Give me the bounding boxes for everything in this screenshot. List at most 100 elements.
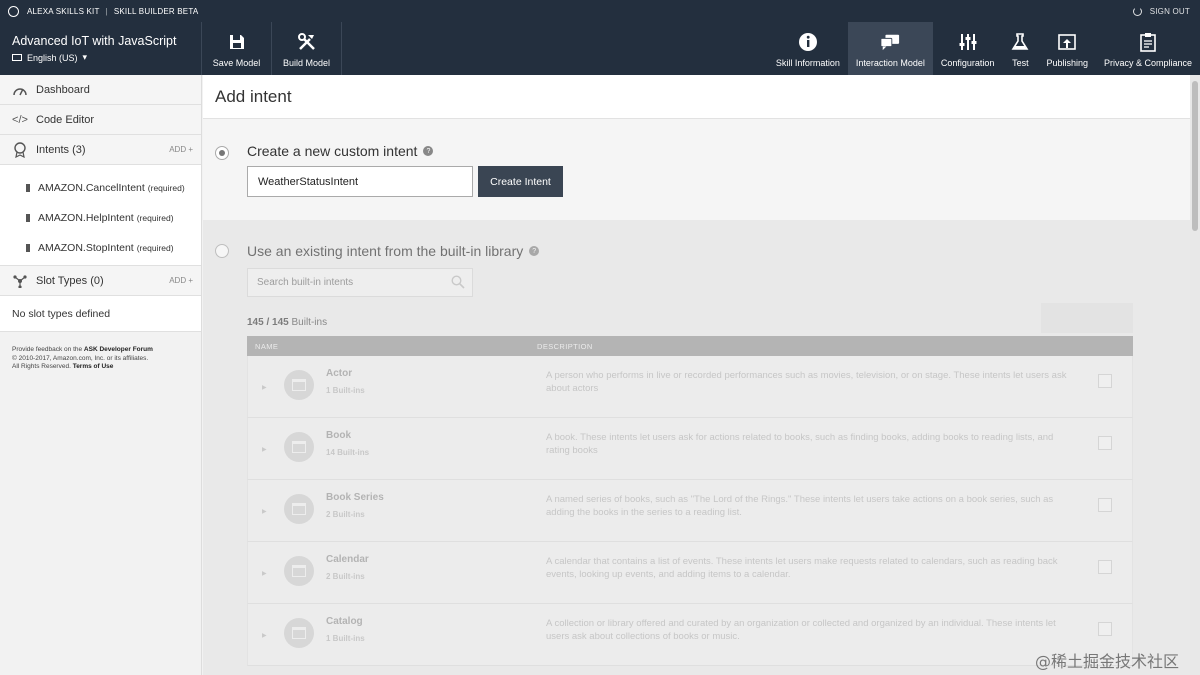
expand-caret-icon[interactable]: ▶: [262, 570, 267, 577]
builtin-count-label: Built-ins: [288, 317, 328, 328]
expand-caret-icon[interactable]: ▶: [262, 508, 267, 515]
help-icon[interactable]: ?: [529, 246, 540, 256]
intent-bullet-icon: [26, 184, 30, 192]
intent-name: AMAZON.CancelIntent: [38, 182, 145, 194]
intent-name: AMAZON.StopIntent: [38, 242, 134, 254]
intent-list: AMAZON.CancelIntent (required) AMAZON.He…: [0, 165, 201, 266]
intent-item[interactable]: AMAZON.HelpIntent (required): [0, 203, 201, 233]
table-row[interactable]: ▶ Catalog 1 Built-ins A collection or li…: [247, 604, 1133, 666]
scrollbar-thumb[interactable]: [1192, 81, 1198, 231]
row-count: 1 Built-ins: [326, 634, 365, 643]
add-builtin-button[interactable]: [1041, 303, 1133, 333]
intent-required-tag: (required): [136, 243, 174, 253]
sliders-icon: [958, 32, 978, 52]
flask-icon: [1010, 32, 1030, 52]
rights-text: All Rights Reserved.: [12, 363, 73, 370]
row-checkbox[interactable]: [1098, 436, 1112, 450]
build-model-label: Build Model: [282, 58, 331, 68]
sidebar-item-dashboard[interactable]: Dashboard: [0, 75, 201, 105]
intent-bullet-icon: [26, 214, 30, 222]
language-selector[interactable]: English (US) ▾: [12, 52, 201, 63]
table-header: NAME DESCRIPTION: [247, 336, 1133, 356]
configuration-button[interactable]: Configuration: [933, 22, 1003, 75]
slot-types-label: Slot Types (0): [36, 274, 104, 287]
terms-link[interactable]: Terms of Use: [73, 363, 114, 370]
chevron-down-icon: ▾: [82, 52, 88, 62]
intent-bullet-icon: [26, 244, 30, 252]
table-row[interactable]: ▶ Actor 1 Built-ins A person who perform…: [247, 356, 1133, 418]
builtin-search-input[interactable]: [247, 268, 473, 297]
row-checkbox[interactable]: [1098, 560, 1112, 574]
row-description: A collection or library offered and cura…: [546, 618, 1056, 642]
row-checkbox[interactable]: [1098, 498, 1112, 512]
sidebar-item-code-editor[interactable]: </> Code Editor: [0, 105, 201, 135]
table-row[interactable]: ▶ Calendar 2 Built-ins A calendar that c…: [247, 542, 1133, 604]
row-description: A person who performs in live or recorde…: [546, 370, 1067, 394]
publishing-label: Publishing: [1046, 58, 1088, 68]
table-row[interactable]: ▶ Book Series 2 Built-ins A named series…: [247, 480, 1133, 542]
interaction-model-button[interactable]: Interaction Model: [847, 22, 933, 75]
category-box-icon: [284, 618, 314, 648]
builtin-library-radio[interactable]: [215, 244, 229, 258]
intent-item[interactable]: AMAZON.StopIntent (required): [0, 233, 201, 263]
alexa-logo-icon: [8, 5, 19, 17]
row-description: A calendar that contains a list of event…: [546, 556, 1058, 580]
publishing-button[interactable]: Publishing: [1038, 22, 1096, 75]
create-intent-button[interactable]: Create Intent: [478, 166, 563, 197]
table-row[interactable]: ▶ Book 14 Built-ins A book. These intent…: [247, 418, 1133, 480]
chat-icon: [880, 32, 900, 52]
expand-caret-icon[interactable]: ▶: [262, 446, 267, 453]
add-intent-button[interactable]: ADD +: [169, 145, 193, 154]
sign-out-label: SIGN OUT: [1149, 6, 1190, 16]
row-count: 2 Built-ins: [326, 510, 365, 519]
privacy-compliance-button[interactable]: Privacy & Compliance: [1096, 22, 1200, 75]
skill-selector[interactable]: Advanced IoT with JavaScript English (US…: [0, 22, 202, 75]
category-box-icon: [284, 432, 314, 462]
row-description: A book. These intents let users ask for …: [546, 432, 1054, 456]
row-checkbox[interactable]: [1098, 622, 1112, 636]
row-checkbox[interactable]: [1098, 374, 1112, 388]
page-scrollbar[interactable]: [1190, 75, 1200, 675]
watermark: @稀土掘金技术社区: [1035, 652, 1180, 671]
intent-required-tag: (required): [147, 183, 185, 193]
builtin-count: 145 / 145 Built-ins: [247, 317, 327, 328]
save-icon: [227, 32, 247, 52]
save-model-button[interactable]: Save Model: [202, 22, 272, 75]
forum-link[interactable]: ASK Developer Forum: [84, 346, 153, 353]
code-editor-label: Code Editor: [36, 113, 95, 126]
upload-icon: [1057, 32, 1077, 52]
brand-label: ALEXA SKILLS KIT: [27, 6, 100, 16]
sidebar: Dashboard </> Code Editor Intents (3) AD…: [0, 75, 202, 675]
builtin-library-label: Use an existing intent from the built-in…: [247, 243, 524, 259]
power-icon: [1132, 6, 1142, 16]
configuration-label: Configuration: [940, 58, 995, 68]
row-count: 2 Built-ins: [326, 572, 365, 581]
builtin-library-option: Use an existing intent from the built-in…: [247, 243, 540, 259]
row-name: Book: [326, 430, 351, 441]
row-count: 1 Built-ins: [326, 386, 365, 395]
search-icon: [451, 275, 465, 289]
custom-intent-radio[interactable]: [215, 146, 229, 160]
test-button[interactable]: Test: [1002, 22, 1038, 75]
feedback-footer: Provide feedback on the ASK Developer Fo…: [0, 332, 201, 372]
info-icon: [798, 32, 818, 52]
intent-name-input[interactable]: [247, 166, 473, 197]
intent-name: AMAZON.HelpIntent: [38, 212, 134, 224]
top-strip: ALEXA SKILLS KIT | SKILL BUILDER BETA SI…: [0, 0, 1200, 22]
app-header: Advanced IoT with JavaScript English (US…: [0, 22, 1200, 75]
brand-separator: |: [105, 6, 108, 16]
dashboard-label: Dashboard: [36, 83, 90, 96]
skill-information-button[interactable]: Skill Information: [768, 22, 848, 75]
expand-caret-icon[interactable]: ▶: [262, 384, 267, 391]
add-slot-type-button[interactable]: ADD +: [169, 276, 193, 285]
sign-out-link[interactable]: SIGN OUT: [1132, 0, 1190, 22]
sidebar-item-slot-types[interactable]: Slot Types (0) ADD +: [0, 266, 201, 296]
build-model-button[interactable]: Build Model: [272, 22, 342, 75]
builtin-library-section: Use an existing intent from the built-in…: [203, 220, 1190, 675]
nodes-icon: [12, 274, 28, 288]
expand-caret-icon[interactable]: ▶: [262, 632, 267, 639]
sidebar-item-intents[interactable]: Intents (3) ADD +: [0, 135, 201, 165]
intent-item[interactable]: AMAZON.CancelIntent (required): [0, 173, 201, 203]
flag-icon: [12, 54, 22, 61]
help-icon[interactable]: ?: [423, 146, 434, 156]
